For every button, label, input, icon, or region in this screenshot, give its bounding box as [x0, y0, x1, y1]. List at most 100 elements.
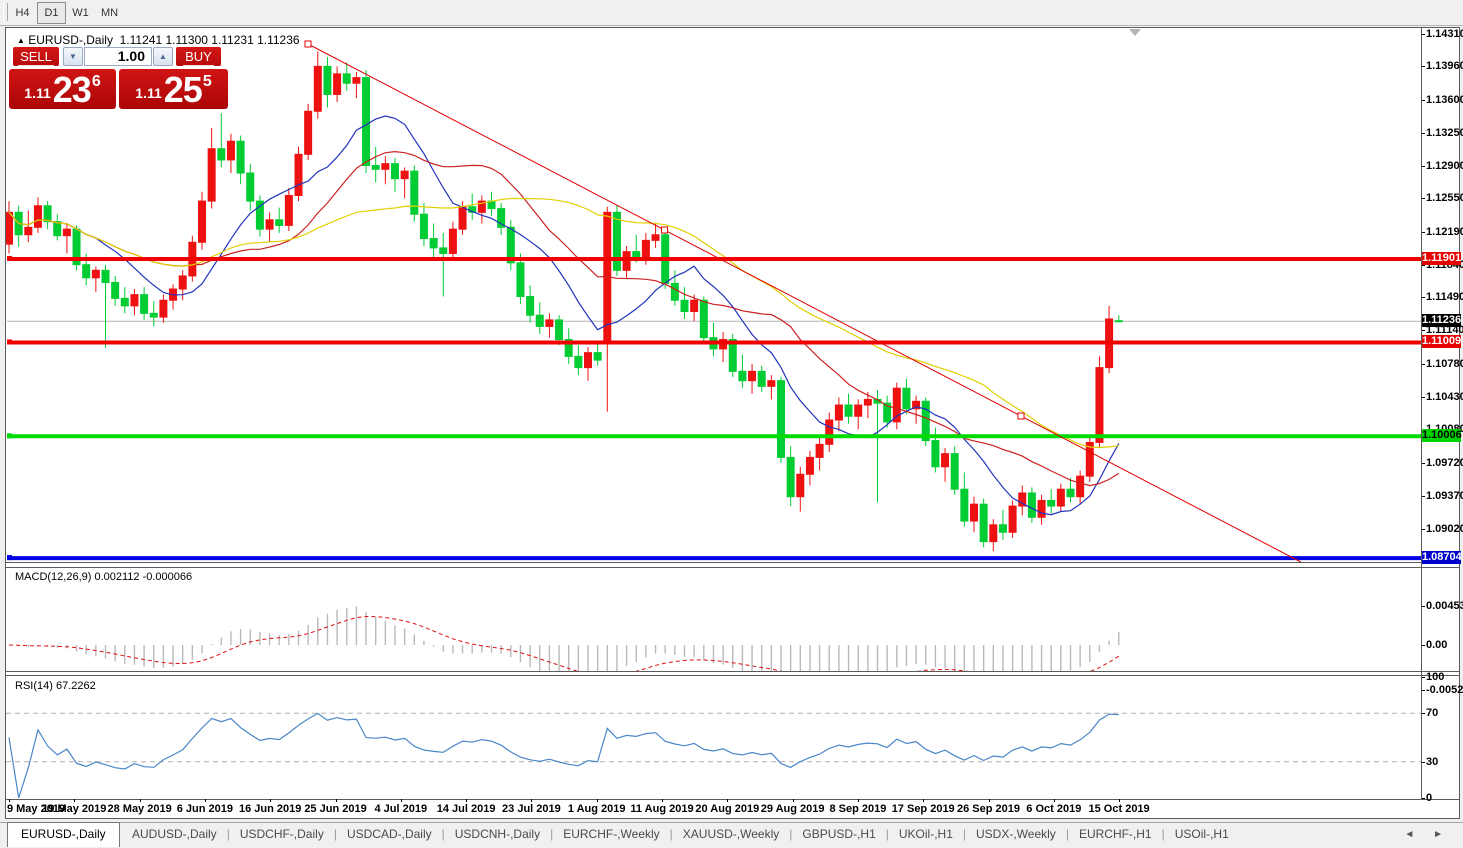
candlestick [546, 320, 553, 327]
axis-tick-mark [1422, 265, 1425, 266]
candlestick [613, 212, 620, 270]
candlestick [1038, 500, 1045, 517]
date-label: 6 Jun 2019 [177, 803, 233, 815]
candlestick [237, 141, 244, 173]
axis-tick-mark [1422, 66, 1425, 67]
axis-tick-mark [1422, 463, 1425, 464]
macd-signal-line [9, 617, 1119, 673]
candlestick [1096, 368, 1103, 443]
axis-tick-mark [1422, 166, 1425, 167]
tab-gbpusd-h1[interactable]: GBPUSD-,H1 [792, 827, 885, 841]
volume-increase-button[interactable]: ▲ [153, 47, 173, 66]
candlestick [942, 454, 949, 467]
tab-scroll-left-button[interactable]: ◄ [1396, 829, 1422, 840]
rsi-indicator-chart[interactable] [6, 676, 1422, 799]
candlestick [25, 227, 32, 234]
axis-tick-mark [1422, 645, 1425, 646]
macd-axis-tick: 0.004536 [1426, 600, 1463, 612]
date-label: 17 Sep 2019 [892, 803, 955, 815]
chart-shift-marker-icon[interactable] [1129, 29, 1141, 36]
date-tick-mark [727, 799, 728, 802]
candlestick [440, 248, 447, 254]
axis-tick-mark [1422, 397, 1425, 398]
price-badge-1.11236: 1.11236 [1422, 314, 1461, 327]
date-label: 4 Jul 2019 [375, 803, 428, 815]
bid-price-panel[interactable]: 1.11 23 6 [9, 69, 116, 109]
tab-usoil-h1[interactable]: USOil-,H1 [1165, 827, 1239, 841]
trendline-handle[interactable] [305, 41, 311, 47]
level-line-handle[interactable] [7, 256, 12, 261]
sell-button[interactable]: SELL [13, 47, 59, 66]
candlestick [778, 381, 785, 458]
candlestick [835, 405, 842, 420]
tab-usdcnh-daily[interactable]: USDCNH-,Daily [445, 827, 550, 841]
axis-tick-mark [1422, 529, 1425, 530]
tab-ukoil-h1[interactable]: UKOil-,H1 [889, 827, 963, 841]
date-tick-mark [858, 799, 859, 802]
date-axis-line [6, 799, 1459, 800]
price-tick: 1.14310 [1426, 28, 1463, 40]
candlestick [285, 195, 292, 225]
candlestick [1057, 489, 1064, 506]
tab-usdcad-daily[interactable]: USDCAD-,Daily [337, 827, 442, 841]
candlestick [150, 313, 157, 317]
panel-separator[interactable] [6, 671, 1459, 672]
timeframe-button-d1[interactable]: D1 [37, 2, 66, 24]
axis-tick-mark [1422, 34, 1425, 35]
candlestick [845, 405, 852, 416]
date-label: 19 May 2019 [42, 803, 106, 815]
date-tick-mark [140, 799, 141, 802]
volume-input[interactable]: 1.00 [84, 47, 152, 66]
level-line-handle[interactable] [7, 339, 12, 344]
candlestick [430, 239, 437, 248]
bid-big-digits: 23 [53, 75, 91, 105]
candlestick [758, 371, 765, 386]
buy-button[interactable]: BUY [176, 47, 221, 66]
tab-usdx-weekly[interactable]: USDX-,Weekly [966, 827, 1066, 841]
candlestick [691, 300, 698, 311]
symbol-tab-bar: EURUSD-,Daily AUDUSD-,Daily|USDCHF-,Dail… [0, 822, 1463, 848]
macd-indicator-chart[interactable] [6, 568, 1422, 672]
rsi-axis-tick: 0 [1426, 792, 1432, 804]
sell-button-label: SELL [18, 48, 54, 66]
trendline-handle[interactable] [662, 227, 668, 233]
axis-tick-mark [1422, 677, 1425, 678]
volume-decrease-button[interactable]: ▼ [63, 47, 83, 66]
date-tick-mark [205, 799, 206, 802]
tab-xauusd-weekly[interactable]: XAUUSD-,Weekly [673, 827, 789, 841]
candlestick [585, 353, 592, 368]
axis-tick-mark [1422, 690, 1425, 691]
price-tick: 1.12190 [1426, 226, 1463, 238]
date-tick-mark [597, 799, 598, 802]
candlestick [295, 154, 302, 195]
ask-price-panel[interactable]: 1.11 25 5 [119, 69, 228, 109]
level-line-handle[interactable] [7, 433, 12, 438]
axis-tick-mark [1422, 232, 1425, 233]
candlestick [1028, 493, 1035, 517]
candlestick [34, 206, 41, 228]
tab-eurusd-daily-active[interactable]: EURUSD-,Daily [7, 822, 120, 847]
descending-trendline[interactable] [308, 44, 1301, 562]
date-tick-mark [270, 799, 271, 802]
date-label: 20 Aug 2019 [695, 803, 759, 815]
panel-separator[interactable] [6, 562, 1459, 563]
timeframe-button-h4[interactable]: H4 [8, 2, 37, 24]
tab-eurchf-h1[interactable]: EURCHF-,H1 [1069, 827, 1162, 841]
level-line-handle[interactable] [7, 555, 12, 560]
trendline-handle[interactable] [1018, 413, 1024, 419]
price-badge-1.11901: 1.11901 [1422, 252, 1461, 265]
candlestick [1067, 489, 1074, 496]
tab-usdchf-daily[interactable]: USDCHF-,Daily [230, 827, 334, 841]
timeframe-button-mn[interactable]: MN [95, 2, 124, 24]
chart-title: ▲ EURUSD-,Daily 1.11241 1.11300 1.11231 … [17, 33, 300, 47]
tab-eurchf-weekly[interactable]: EURCHF-,Weekly [553, 827, 669, 841]
macd-axis-tick: -0.005205 [1426, 684, 1463, 696]
price-axis: 1.143101.139601.136001.132501.129001.125… [1422, 28, 1461, 799]
candlestick [575, 356, 582, 367]
ask-prefix: 1.11 [135, 85, 161, 101]
timeframe-toolbar: H4D1W1MN [0, 0, 1463, 26]
tab-scroll-right-button[interactable]: ► [1425, 829, 1451, 840]
timeframe-button-w1[interactable]: W1 [66, 2, 95, 24]
date-label: 25 Jun 2019 [304, 803, 366, 815]
tab-audusd-daily[interactable]: AUDUSD-,Daily [122, 827, 227, 841]
